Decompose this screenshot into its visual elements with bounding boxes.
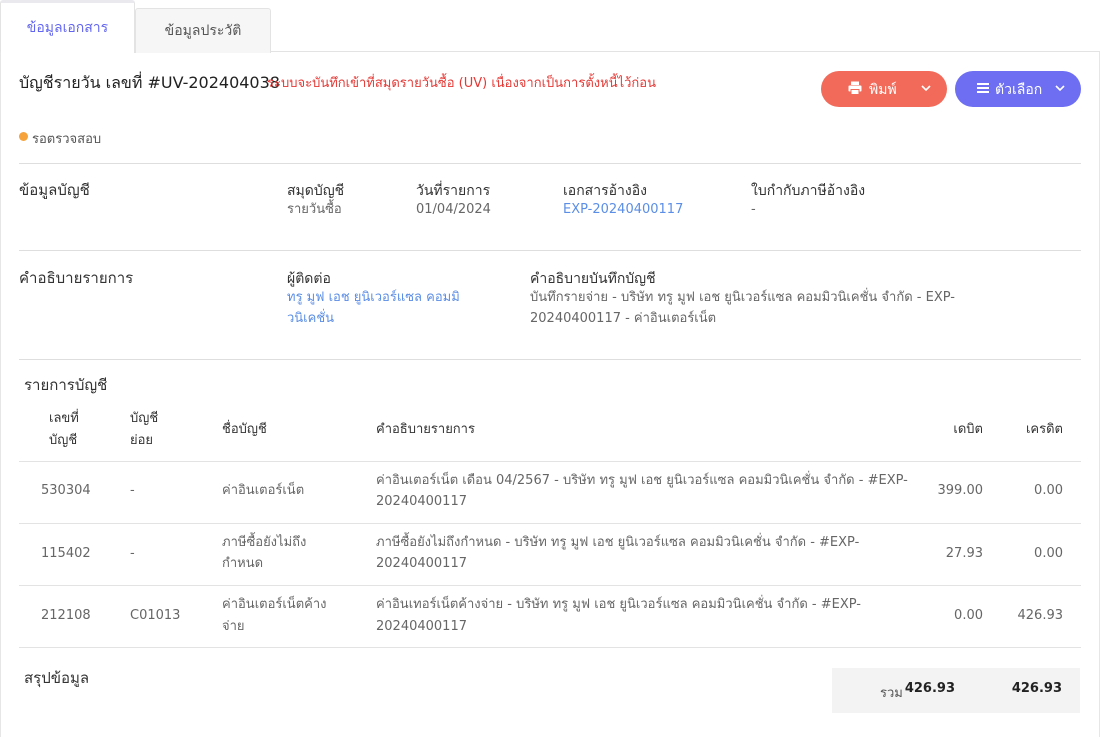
row-credit: 0.00 bbox=[1034, 546, 1063, 561]
col-account-no: เลขที่ bbox=[49, 411, 79, 426]
row-desc-cont: 20240400117 bbox=[376, 556, 467, 571]
book-value: รายวันซื้อ bbox=[287, 202, 342, 217]
contact-link[interactable]: ทรู มูฟ เอช ยูนิเวอร์แซล คอมมิ bbox=[287, 287, 460, 309]
row-account-no: 115402 bbox=[41, 546, 91, 561]
row-desc-cont: 20240400117 bbox=[376, 619, 467, 634]
row-desc: ค่าอินเทอร์เน็ตค้างจ่าย - บริษัท ทรู มูฟ… bbox=[376, 597, 861, 612]
row-sub: C01013 bbox=[130, 608, 181, 623]
printer-icon bbox=[848, 81, 862, 95]
summary-title: สรุปข้อมูล bbox=[24, 669, 90, 687]
divider bbox=[19, 647, 1081, 648]
tab-label: ข้อมูลประวัติ bbox=[164, 23, 242, 39]
tax-invoice-label: ใบกำกับภาษีอ้างอิง bbox=[751, 183, 866, 199]
col-account-no-2: บัญชี bbox=[49, 433, 78, 448]
warning-message: ระบบจะบันทึกเข้าที่สมุดรายวันซื้อ (UV) เ… bbox=[267, 76, 656, 91]
row-debit: 27.93 bbox=[945, 546, 983, 561]
content-panel bbox=[0, 52, 1100, 737]
row-account-no: 212108 bbox=[41, 608, 91, 623]
description-title: คำอธิบายรายการ bbox=[19, 269, 134, 287]
divider bbox=[19, 163, 1081, 164]
row-debit: 0.00 bbox=[954, 608, 983, 623]
tab-document-info[interactable]: ข้อมูลเอกสาร bbox=[0, 0, 135, 53]
row-name: ค่าอินเตอร์เน็ตค้าง bbox=[222, 597, 327, 612]
tax-invoice-value: - bbox=[751, 202, 756, 217]
account-info-title: ข้อมูลบัญชี bbox=[19, 181, 90, 199]
tab-bar: ข้อมูลเอกสาร ข้อมูลประวัติ bbox=[0, 0, 1100, 53]
col-sub: บัญชี bbox=[130, 411, 159, 426]
row-name: ภาษีซื้อยังไม่ถึง bbox=[222, 535, 307, 550]
row-desc: ภาษีซื้อยังไม่ถึงกำหนด - บริษัท ทรู มูฟ … bbox=[376, 535, 860, 550]
menu-lines-icon bbox=[977, 83, 989, 93]
divider bbox=[19, 461, 1081, 462]
divider bbox=[19, 359, 1081, 360]
divider bbox=[19, 250, 1081, 251]
row-name-cont: กำหนด bbox=[222, 556, 264, 571]
row-credit: 426.93 bbox=[1017, 608, 1064, 623]
tab-label: ข้อมูลเอกสาร bbox=[26, 20, 109, 36]
note-value-cont: 20240400117 - ค่าอินเตอร์เน็ต bbox=[530, 311, 717, 326]
col-desc: คำอธิบายรายการ bbox=[376, 422, 475, 437]
total-credit: 426.93 bbox=[1011, 681, 1062, 696]
row-desc-cont: 20240400117 bbox=[376, 494, 467, 509]
row-sub: - bbox=[130, 483, 135, 498]
row-desc: ค่าอินเตอร์เน็ต เดือน 04/2567 - บริษัท ท… bbox=[376, 473, 908, 488]
contact-link-cont[interactable]: วนิเคชั่น bbox=[287, 308, 334, 330]
row-debit: 399.00 bbox=[937, 483, 984, 498]
col-sub-2: ย่อย bbox=[130, 433, 154, 448]
col-debit: เดบิต bbox=[953, 422, 983, 437]
row-name-cont: จ่าย bbox=[222, 619, 245, 634]
total-label: รวม bbox=[880, 686, 903, 701]
row-credit: 0.00 bbox=[1034, 483, 1063, 498]
page-title: บัญชีรายวัน เลขที่ #UV-202404038 bbox=[19, 73, 280, 92]
options-button[interactable]: ตัวเลือก bbox=[955, 71, 1081, 107]
chevron-down-icon bbox=[1055, 85, 1065, 92]
status-dot-icon bbox=[19, 132, 28, 141]
total-debit: 426.93 bbox=[904, 681, 955, 696]
row-account-no: 530304 bbox=[41, 483, 91, 498]
print-button-label: พิมพ์ bbox=[869, 82, 897, 98]
summary-totals: รวม 426.93 426.93 bbox=[832, 668, 1080, 713]
entries-title: รายการบัญชี bbox=[24, 376, 108, 394]
ref-doc-link[interactable]: EXP-20240400117 bbox=[563, 199, 683, 221]
row-sub: - bbox=[130, 546, 135, 561]
divider bbox=[19, 585, 1081, 586]
col-name: ชื่อบัญชี bbox=[222, 422, 267, 437]
status-badge: รอตรวจสอบ bbox=[32, 132, 102, 147]
divider bbox=[19, 523, 1081, 524]
row-name: ค่าอินเตอร์เน็ต bbox=[222, 483, 305, 498]
options-button-label: ตัวเลือก bbox=[995, 82, 1043, 98]
col-credit: เครดิต bbox=[1025, 422, 1063, 437]
tab-history[interactable]: ข้อมูลประวัติ bbox=[135, 8, 271, 53]
print-button[interactable]: พิมพ์ bbox=[821, 71, 947, 107]
date-value: 01/04/2024 bbox=[416, 202, 491, 217]
note-value: บันทึกรายจ่าย - บริษัท ทรู มูฟ เอช ยูนิเ… bbox=[530, 290, 955, 305]
chevron-down-icon bbox=[921, 85, 931, 92]
